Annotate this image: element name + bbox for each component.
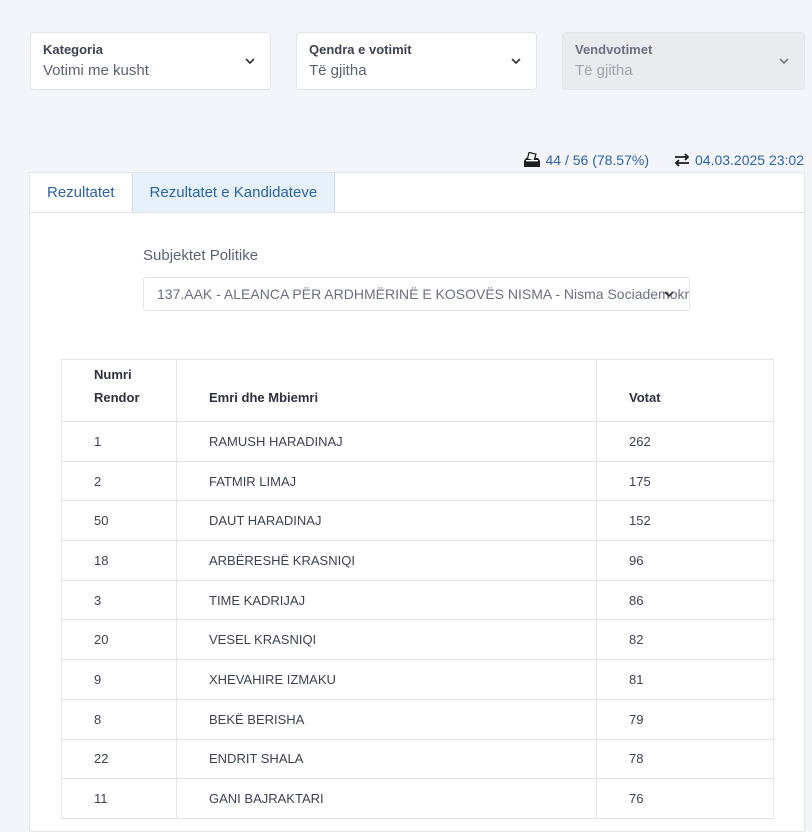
chevron-down-icon — [510, 55, 522, 67]
candidate-name: FATMIR LIMAJ — [176, 460, 597, 502]
dropdown-value: Të gjitha — [309, 62, 367, 79]
candidate-name: BEKË BERISHA — [176, 698, 597, 740]
candidates-table: Numri Rendor Emri dhe Mbiemri Votat 1 RAM… — [61, 359, 774, 819]
candidate-name: ENDRIT SHALA — [176, 738, 597, 780]
dropdown-value: Të gjitha — [575, 62, 633, 79]
row-number: 22 — [61, 738, 177, 780]
table-row: 3 TIME KADRIJAJ 86 — [61, 579, 774, 621]
vote-count: 76 — [596, 778, 774, 819]
row-number: 8 — [61, 698, 177, 740]
row-number: 20 — [61, 619, 177, 661]
vote-count: 81 — [596, 659, 774, 700]
table-row: 20 VESEL KRASNIQI 82 — [61, 619, 774, 661]
table-row: 9 XHEVAHIRE IZMAKU 81 — [61, 659, 774, 700]
row-number: 3 — [61, 579, 177, 621]
vote-count: 79 — [596, 698, 774, 740]
vote-count: 78 — [596, 738, 774, 780]
vote-count: 96 — [596, 540, 774, 581]
dropdown-label: Vendvotimet — [575, 42, 653, 57]
chevron-down-icon — [663, 288, 675, 300]
subjektet-label: Subjektet Politike — [143, 247, 259, 264]
stats-bar: 44 / 56 (78.57%) 04.03.2025 23:02 — [523, 152, 804, 168]
ballot-box-icon — [523, 152, 541, 168]
table-header-row: Numri Rendor Emri dhe Mbiemri Votat — [61, 359, 774, 422]
vendvotimet-dropdown: Vendvotimet Të gjitha — [562, 32, 805, 90]
subjektet-value: 137.AAK - ALEANCA PËR ARDHMËRINË E KOSOV… — [157, 286, 690, 302]
chevron-down-icon — [244, 55, 256, 67]
chevron-down-icon — [778, 55, 790, 67]
kategoria-dropdown[interactable]: Kategoria Votimi me kusht — [30, 32, 271, 90]
row-number: 1 — [61, 421, 177, 462]
table-row: 2 FATMIR LIMAJ 175 — [61, 460, 774, 502]
subjektet-select[interactable]: 137.AAK - ALEANCA PËR ARDHMËRINË E KOSOV… — [143, 277, 690, 311]
results-panel: Rezultatet Rezultatet e Kandidateve Subj… — [29, 172, 805, 832]
vote-count: 262 — [596, 421, 774, 462]
candidate-name: RAMUSH HARADINAJ — [176, 421, 597, 462]
candidate-name: DAUT HARADINAJ — [176, 500, 597, 542]
header-votat: Votat — [596, 359, 774, 422]
filters-bar: Kategoria Votimi me kusht Qendra e votim… — [30, 32, 805, 90]
counted-stations: 44 / 56 (78.57%) — [545, 152, 649, 168]
table-row: 11 GANI BAJRAKTARI 76 — [61, 778, 774, 819]
row-number: 2 — [61, 460, 177, 502]
last-updated: 04.03.2025 23:02 — [695, 152, 804, 168]
vote-count: 86 — [596, 579, 774, 621]
row-number: 18 — [61, 540, 177, 581]
row-number: 50 — [61, 500, 177, 542]
vote-count: 152 — [596, 500, 774, 542]
tab-rezultatet-kandidateve[interactable]: Rezultatet e Kandidateve — [131, 173, 336, 212]
row-number: 9 — [61, 659, 177, 700]
candidate-name: VESEL KRASNIQI — [176, 619, 597, 661]
table-row: 50 DAUT HARADINAJ 152 — [61, 500, 774, 542]
candidate-name: ARBËRESHË KRASNIQI — [176, 540, 597, 581]
table-row: 18 ARBËRESHË KRASNIQI 96 — [61, 540, 774, 581]
header-emri: Emri dhe Mbiemri — [176, 359, 597, 422]
tab-bar: Rezultatet Rezultatet e Kandidateve — [30, 173, 804, 213]
candidate-name: XHEVAHIRE IZMAKU — [176, 659, 597, 700]
table-row: 1 RAMUSH HARADINAJ 262 — [61, 421, 774, 462]
table-row: 8 BEKË BERISHA 79 — [61, 698, 774, 740]
candidate-name: GANI BAJRAKTARI — [176, 778, 597, 819]
dropdown-label: Kategoria — [43, 42, 103, 57]
table-row: 22 ENDRIT SHALA 78 — [61, 738, 774, 780]
row-number: 11 — [61, 778, 177, 819]
dropdown-value: Votimi me kusht — [43, 62, 149, 79]
header-numri-rendor: Numri Rendor — [61, 359, 177, 422]
candidate-name: TIME KADRIJAJ — [176, 579, 597, 621]
vote-count: 175 — [596, 460, 774, 502]
vote-count: 82 — [596, 619, 774, 661]
refresh-arrows-icon — [673, 153, 691, 167]
tab-rezultatet[interactable]: Rezultatet — [30, 173, 132, 212]
dropdown-label: Qendra e votimit — [309, 42, 412, 57]
qendra-dropdown[interactable]: Qendra e votimit Të gjitha — [296, 32, 537, 90]
